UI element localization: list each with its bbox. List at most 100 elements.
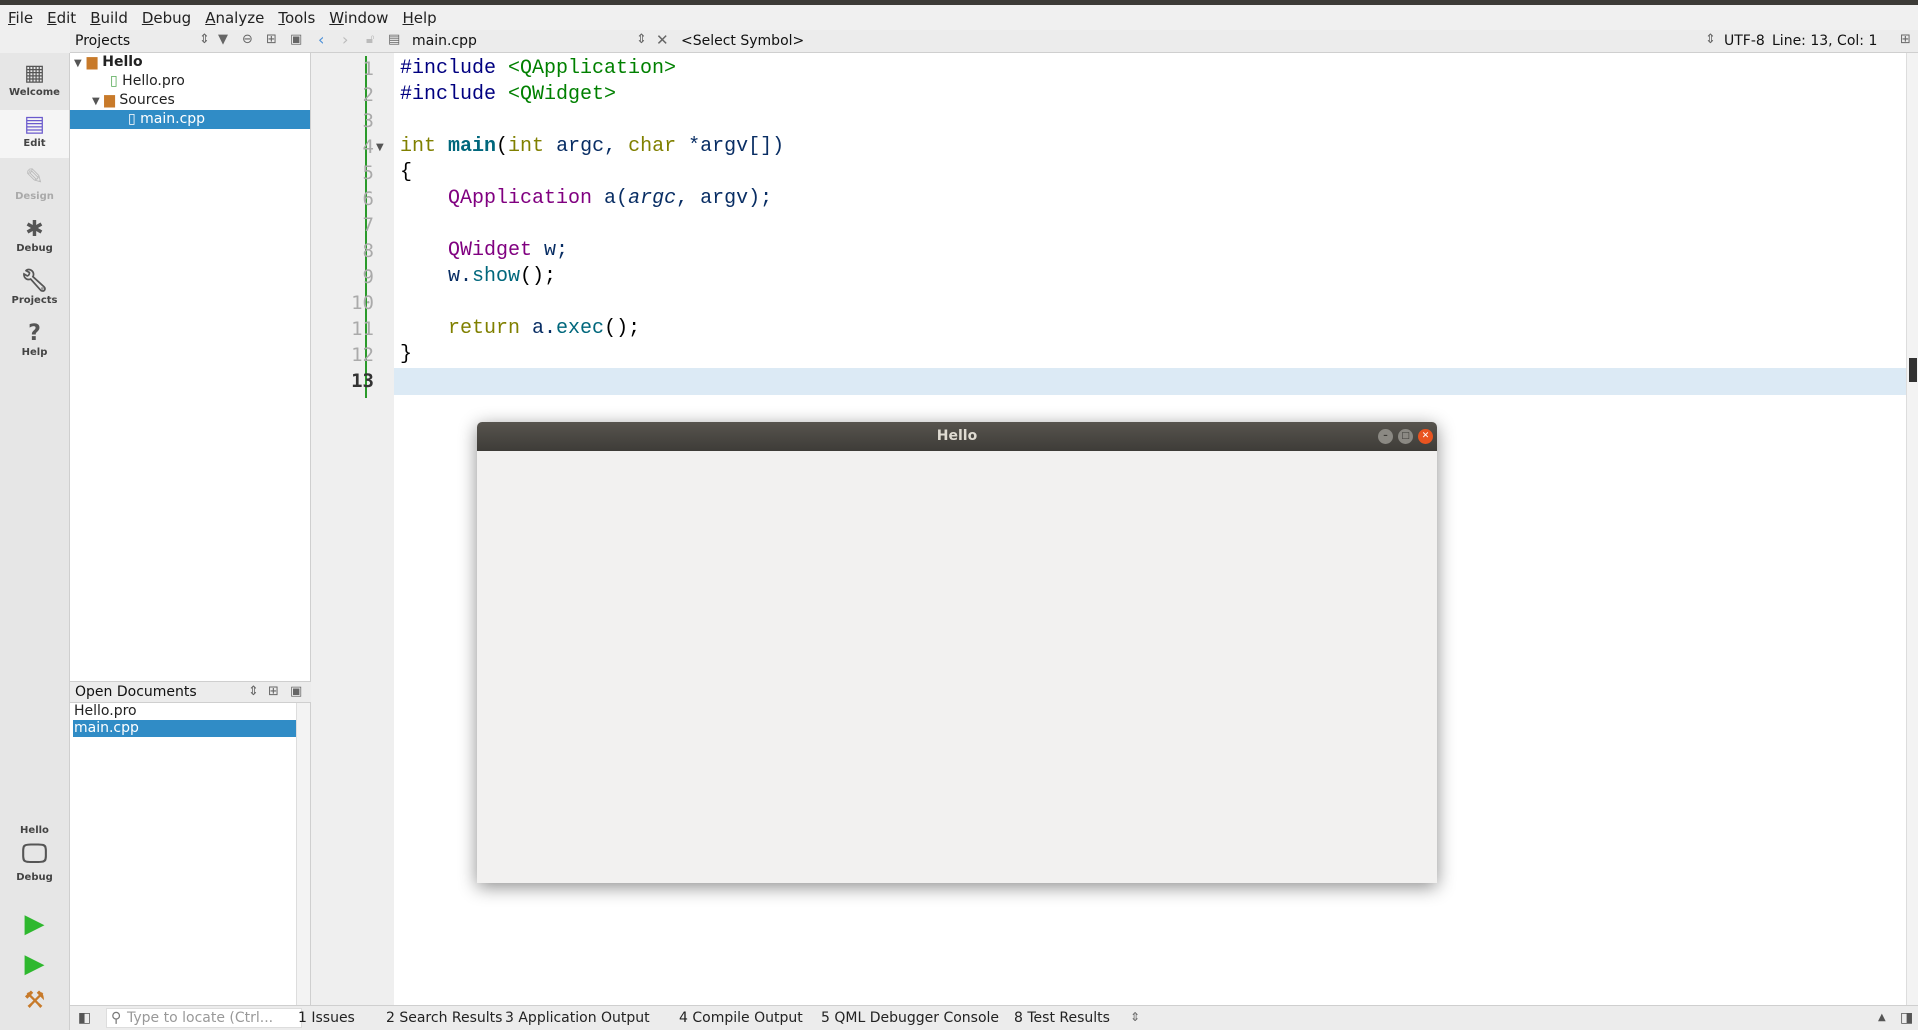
updown-icon[interactable]: ⇕ bbox=[1130, 1010, 1140, 1024]
menu-analyze[interactable]: Analyze bbox=[205, 9, 264, 27]
menu-build[interactable]: Build bbox=[90, 9, 128, 27]
link-icon[interactable]: ⊖ bbox=[242, 32, 253, 47]
play-icon: ▶ bbox=[24, 909, 45, 939]
menu-file[interactable]: File bbox=[8, 9, 33, 27]
close-icon[interactable]: ✕ bbox=[1418, 429, 1433, 444]
code-content: #include <QApplication> #include <QWidge… bbox=[400, 57, 785, 366]
output-tab[interactable]: 2 Search Results bbox=[386, 1010, 502, 1026]
menu-window[interactable]: Window bbox=[329, 9, 388, 27]
scrollbar[interactable] bbox=[296, 703, 310, 1005]
line-number: 7 bbox=[362, 214, 374, 236]
kit-selector[interactable]: Hello 🖵︎ Debug bbox=[0, 825, 69, 883]
output-pane-toggle-icon[interactable]: ◨ bbox=[1900, 1010, 1913, 1026]
line-number: 6 bbox=[362, 188, 374, 210]
cursor-position[interactable]: Line: 13, Col: 1 bbox=[1772, 33, 1877, 49]
minimize-icon[interactable]: – bbox=[1378, 429, 1393, 444]
projects-view-select[interactable]: Projects bbox=[75, 33, 130, 49]
pencil-icon: ✎ bbox=[25, 165, 44, 190]
expand-icon[interactable]: ▼ bbox=[92, 96, 100, 107]
status-bar: ◧ ⚲ Type to locate (Ctrl... 1 Issues 2 Sea… bbox=[70, 1005, 1918, 1030]
mode-help[interactable]: ? Help bbox=[0, 321, 69, 358]
locate-input[interactable]: ⚲ Type to locate (Ctrl... bbox=[106, 1008, 302, 1028]
sidebar-toggle-icon[interactable]: ◧ bbox=[78, 1010, 91, 1026]
menu-help[interactable]: Help bbox=[402, 9, 436, 27]
tree-file-pro[interactable]: ▯ Hello.pro bbox=[110, 72, 185, 91]
window-titlebar[interactable]: Hello – □ ✕ bbox=[477, 422, 1437, 451]
line-number: 9 bbox=[362, 266, 374, 288]
line-number: 13 bbox=[351, 370, 374, 392]
split-icon[interactable]: ⊞ bbox=[268, 684, 279, 699]
split-icon[interactable]: ⊞ bbox=[1900, 32, 1911, 47]
hello-app-window[interactable]: Hello – □ ✕ bbox=[477, 422, 1437, 883]
window-title: Hello bbox=[936, 428, 978, 444]
fold-arrow-icon[interactable]: ▼ bbox=[376, 142, 384, 153]
pro-file-icon: ▯ bbox=[110, 73, 118, 89]
line-number: 5 bbox=[362, 162, 374, 184]
line-number: 3 bbox=[362, 110, 374, 132]
open-file-select[interactable]: main.cpp bbox=[412, 33, 477, 49]
line-numbers: 1 2 3 4 5 6 7 8 9 10 11 12 13 bbox=[311, 56, 394, 406]
tree-folder-sources[interactable]: ▼ ▆ Sources bbox=[92, 91, 175, 110]
split-icon[interactable]: ⊞ bbox=[266, 32, 277, 47]
output-tab[interactable]: 5 QML Debugger Console bbox=[821, 1010, 999, 1026]
symbol-select[interactable]: <Select Symbol> bbox=[681, 33, 804, 49]
output-tab[interactable]: 3 Application Output bbox=[505, 1010, 650, 1026]
updown-icon[interactable]: ⇕ bbox=[199, 32, 210, 47]
editor-scrollbar[interactable] bbox=[1906, 53, 1918, 1005]
line-number: 10 bbox=[351, 292, 374, 314]
menu-debug[interactable]: Debug bbox=[142, 9, 191, 27]
project-icon: ▆ bbox=[86, 54, 98, 70]
cpp-file-icon: ▤ bbox=[388, 32, 401, 47]
run-button[interactable]: ▶ bbox=[0, 911, 69, 937]
cpp-file-icon: ▯ bbox=[128, 111, 136, 127]
hammer-icon: ⚒︎ bbox=[23, 986, 46, 1014]
output-tab[interactable]: 8 Test Results bbox=[1014, 1010, 1110, 1026]
expand-icon[interactable]: ▼ bbox=[74, 58, 82, 69]
open-document-item[interactable]: Hello.pro bbox=[73, 703, 296, 720]
back-icon[interactable]: ‹ bbox=[318, 30, 324, 49]
updown-icon[interactable]: ⇕ bbox=[636, 32, 647, 47]
close-document-icon[interactable]: ✕ bbox=[656, 31, 669, 49]
folder-icon: ▆ bbox=[104, 92, 115, 108]
mode-design[interactable]: ✎ Design bbox=[0, 165, 69, 202]
debug-run-button[interactable]: ▶ bbox=[0, 951, 69, 977]
close-pane-icon[interactable]: ▣ bbox=[290, 32, 302, 47]
output-tab[interactable]: 1 Issues bbox=[298, 1010, 355, 1026]
line-number: 11 bbox=[351, 318, 374, 340]
lock-icon: 🔓︎ bbox=[366, 32, 375, 47]
mode-projects[interactable]: 🔧︎ Projects bbox=[0, 269, 69, 306]
output-tab[interactable]: 4 Compile Output bbox=[679, 1010, 803, 1026]
line-number: 12 bbox=[351, 344, 374, 366]
build-button[interactable]: ⚒︎ bbox=[0, 987, 69, 1013]
forward-icon[interactable]: › bbox=[342, 30, 348, 49]
menu-tools[interactable]: Tools bbox=[278, 9, 315, 27]
menu-bar: File Edit Build Debug Analyze Tools Wind… bbox=[0, 5, 1918, 30]
filter-icon[interactable]: ▼ bbox=[218, 32, 228, 47]
open-document-item[interactable]: main.cpp bbox=[73, 720, 296, 737]
search-icon: ⚲ bbox=[111, 1010, 122, 1026]
grid-icon: ▦ bbox=[24, 61, 45, 86]
mode-welcome[interactable]: ▦ Welcome bbox=[0, 61, 69, 98]
tree-project-hello[interactable]: ▼ ▆ Hello bbox=[74, 53, 143, 72]
menu-edit[interactable]: Edit bbox=[47, 9, 76, 27]
close-pane-icon[interactable]: ▣ bbox=[290, 684, 302, 699]
updown-icon[interactable]: ⇕ bbox=[1705, 32, 1716, 47]
updown-icon[interactable]: ⇕ bbox=[248, 684, 259, 699]
line-number: 2 bbox=[362, 84, 374, 106]
line-number: 4 bbox=[362, 136, 374, 158]
play-bug-icon: ▶ bbox=[24, 949, 45, 979]
mode-bar: ▦ Welcome ▤ Edit ✎ Design ✱ Debug 🔧︎ Projects… bbox=[0, 53, 70, 1030]
open-documents-list: Hello.pro main.cpp bbox=[70, 703, 311, 1005]
mode-edit[interactable]: ▤ Edit bbox=[0, 110, 69, 158]
scroll-marker bbox=[1909, 358, 1917, 382]
mode-debug[interactable]: ✱ Debug bbox=[0, 217, 69, 254]
help-icon: ? bbox=[28, 321, 41, 346]
bug-icon: ✱ bbox=[25, 217, 44, 242]
open-documents-title[interactable]: Open Documents bbox=[75, 684, 197, 700]
line-number: 1 bbox=[362, 58, 374, 80]
open-documents-header: Open Documents ⇕ ⊞ ▣ bbox=[70, 681, 311, 703]
maximize-icon[interactable]: □ bbox=[1398, 429, 1413, 444]
encoding[interactable]: UTF-8 bbox=[1724, 33, 1765, 49]
tree-file-main[interactable]: ▯ main.cpp bbox=[70, 110, 310, 129]
up-arrow-icon[interactable]: ▲ bbox=[1878, 1012, 1886, 1023]
